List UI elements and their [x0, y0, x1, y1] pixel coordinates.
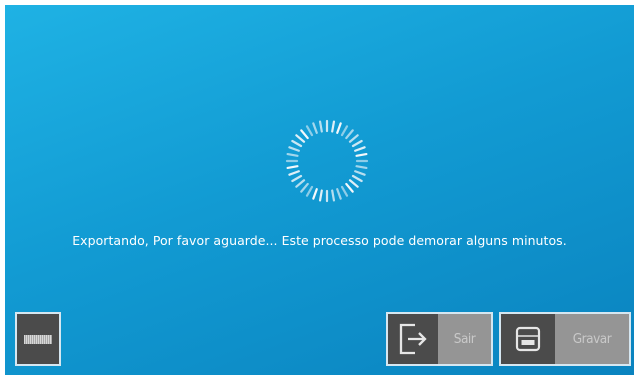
- spinner-tick: [295, 179, 306, 188]
- spinner-tick: [351, 174, 363, 183]
- spinner-tick: [348, 179, 359, 188]
- spinner-tick: [331, 189, 336, 202]
- spinner-tick: [355, 152, 368, 157]
- save-button-label: Gravar: [555, 314, 629, 364]
- spinner-tick: [345, 129, 354, 140]
- save-button[interactable]: Gravar: [499, 312, 631, 366]
- spinner-tick: [331, 120, 336, 133]
- spinner-tick: [340, 125, 349, 137]
- spinner-tick: [305, 125, 314, 137]
- keyboard-button[interactable]: [15, 312, 61, 366]
- spinner-tick: [295, 134, 306, 143]
- spinner-tick: [336, 122, 342, 134]
- spinner-tick: [305, 185, 314, 197]
- spinner-tick: [351, 139, 363, 148]
- spinner-tick: [336, 188, 342, 200]
- spinner-tick: [318, 189, 323, 202]
- spinner-tick: [288, 170, 300, 176]
- floppy-disk-icon: [501, 314, 555, 364]
- spinner-tick: [348, 134, 359, 143]
- exit-button-label: Sair: [438, 314, 491, 364]
- spinner-tick: [286, 165, 299, 170]
- spinner-tick: [286, 152, 299, 157]
- spinner-tick: [318, 120, 323, 133]
- exit-door-arrow-icon: [388, 314, 438, 364]
- spinner-tick: [291, 139, 303, 148]
- exit-button[interactable]: Sair: [386, 312, 493, 366]
- spinner-tick: [355, 165, 368, 170]
- spinner-tick: [354, 170, 366, 176]
- spinner-tick: [288, 146, 300, 152]
- spinner-tick: [291, 174, 303, 183]
- spinner-tick: [354, 146, 366, 152]
- spinner-tick: [312, 188, 318, 200]
- spinner-tick: [300, 129, 309, 140]
- spinner-tick: [345, 182, 354, 193]
- spinner-tick: [312, 122, 318, 134]
- spinner-tick: [300, 182, 309, 193]
- keyboard-icon: [24, 335, 52, 344]
- loading-spinner-icon: [285, 119, 369, 203]
- spinner-tick: [340, 185, 349, 197]
- export-progress-screen: Exportando, Por favor aguarde... Este pr…: [5, 5, 634, 375]
- export-status-message: Exportando, Por favor aguarde... Este pr…: [72, 233, 567, 248]
